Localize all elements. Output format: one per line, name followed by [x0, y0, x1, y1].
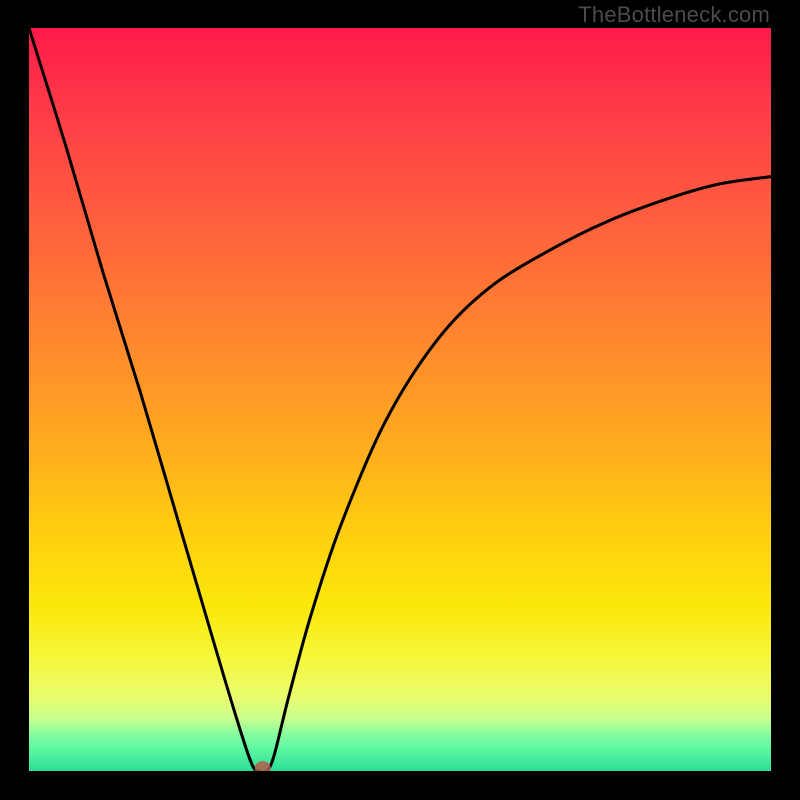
watermark-text: TheBottleneck.com: [578, 2, 770, 28]
chart-frame: TheBottleneck.com: [0, 0, 800, 800]
curve-layer: [29, 28, 771, 771]
minimum-marker: [255, 761, 271, 771]
bottleneck-curve-path: [29, 28, 771, 771]
plot-area: [29, 28, 771, 771]
